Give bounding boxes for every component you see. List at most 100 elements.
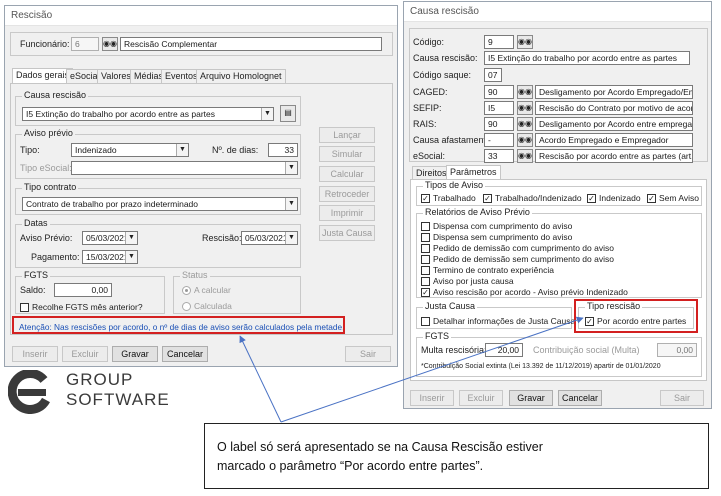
codigo-field[interactable]: 9 [484, 35, 514, 49]
checkmark-icon: ✓ [483, 193, 492, 203]
status-calculada-radio[interactable]: Calculada [182, 301, 232, 311]
sem-aviso-checkbox[interactable]: ✓ Sem Aviso [647, 193, 699, 203]
chevron-down-icon: ▼ [285, 198, 297, 210]
sefip-code-field[interactable]: I5 [484, 101, 514, 115]
sem-aviso-label: Sem Aviso [659, 193, 700, 203]
multa-field[interactable]: 20,00 [485, 343, 523, 357]
aviso-previo-group: Aviso prévio Tipo: Indenizado ▼ Nº. de d… [15, 128, 301, 179]
funcionario-desc-field: Rescisão Complementar [120, 37, 382, 51]
trabalhado-indenizado-checkbox[interactable]: ✓ Trabalhado/Indenizado [483, 193, 582, 203]
aviso-previo-legend: Aviso prévio [22, 128, 75, 138]
tab-dados-gerais[interactable]: Dados gerais [12, 68, 74, 83]
tab-arquivo-homolognet[interactable]: Arquivo Homolognet [196, 69, 286, 83]
radio-dot-icon [182, 285, 191, 295]
contrib-field[interactable]: 0,00 [657, 343, 697, 357]
indenizado-checkbox[interactable]: ✓ Indenizado [587, 193, 641, 203]
checkmark-icon: ✓ [421, 193, 430, 203]
sair-button[interactable]: Sair [345, 346, 391, 362]
inserir-button[interactable]: Inserir [410, 390, 454, 406]
afastamento-code-field[interactable]: - [484, 133, 514, 147]
inserir-button[interactable]: Inserir [12, 346, 58, 362]
relatorio-checkbox[interactable]: Pedido de demissão com cumprimento do av… [421, 243, 614, 253]
fgts-group: FGTS Multa rescisória: 20,00 Contribuiçã… [416, 331, 702, 377]
window-title: Rescisão [5, 6, 397, 26]
tipo-contrato-legend: Tipo contrato [22, 182, 79, 192]
aviso-previo-date-picker[interactable]: 05/03/2021 ▼ [82, 231, 138, 245]
chevron-down-icon: ▼ [285, 162, 297, 174]
relatorio-checkbox[interactable]: ✓ Aviso rescisão por acordo - Aviso prévi… [421, 287, 628, 297]
tab-parametros[interactable]: Parâmetros [446, 165, 501, 180]
funcionario-label: Funcionário: [20, 39, 70, 49]
tipo-esocial-select[interactable]: ▼ [71, 161, 298, 175]
search-binoculars-icon[interactable]: ◉◉ [517, 149, 533, 163]
caged-code-field[interactable]: 90 [484, 85, 514, 99]
pagamento-date-picker[interactable]: 15/03/2021 ▼ [82, 250, 138, 264]
search-binoculars-icon[interactable]: ◉◉ [517, 35, 533, 49]
relatorio-label: Dispensa com cumprimento do aviso [433, 221, 573, 231]
ndias-field[interactable]: 33 [268, 143, 298, 157]
search-binoculars-icon[interactable]: ◉◉ [517, 117, 533, 131]
search-binoculars-icon[interactable]: ◉◉ [517, 101, 533, 115]
trabalhado-checkbox[interactable]: ✓ Trabalhado [421, 193, 476, 203]
justa-causa-button[interactable]: Justa Causa [319, 225, 375, 241]
codigo-saque-field[interactable]: 07 [484, 68, 502, 82]
cancelar-button[interactable]: Cancelar [558, 390, 602, 406]
simular-button[interactable]: Simular [319, 146, 375, 162]
gravar-button[interactable]: Gravar [112, 346, 158, 362]
afastamento-desc-field: Acordo Empregado e Empregador [535, 133, 693, 147]
lancar-button[interactable]: Lançar [319, 127, 375, 143]
imprimir-button[interactable]: Imprimir [319, 205, 375, 221]
excluir-button[interactable]: Excluir [459, 390, 503, 406]
search-binoculars-icon[interactable]: ◉◉ [517, 85, 533, 99]
status-a-calcular-label: A calcular [194, 285, 231, 295]
callout-line1: O label só será apresentado se na Causa … [217, 440, 543, 454]
afastamento-label: Causa afastamento: [413, 135, 494, 145]
causa-rescisao-select[interactable]: I5 Extinção do trabalho por acordo entre… [22, 107, 274, 121]
contrib-footnote: *Contribuição Social extinta (Lei 13.392… [421, 363, 661, 370]
relatorio-checkbox[interactable]: Pedido de demissão sem cumprimento do av… [421, 254, 614, 264]
tipo-contrato-select[interactable]: Contrato de trabalho por prazo indetermi… [22, 197, 298, 211]
relatorio-label: Termino de contrato experiência [433, 265, 554, 275]
relatorio-checkbox[interactable]: Termino de contrato experiência [421, 265, 554, 275]
radio-icon [182, 301, 191, 311]
calcular-button[interactable]: Calcular [319, 166, 375, 182]
ndias-label: Nº. de dias: [212, 145, 259, 155]
relatorio-checkbox[interactable]: Dispensa com cumprimento do aviso [421, 221, 572, 231]
cancelar-button[interactable]: Cancelar [162, 346, 208, 362]
causa-rescisao-group: Causa rescisão I5 Extinção do trabalho p… [15, 90, 301, 126]
indenizado-label: Indenizado [599, 193, 641, 203]
rais-code-field[interactable]: 90 [484, 117, 514, 131]
search-binoculars-icon[interactable]: ◉◉ [517, 133, 533, 147]
status-a-calcular-radio[interactable]: A calcular [182, 285, 231, 295]
funcionario-id-field[interactable]: 6 [71, 37, 99, 51]
relatorio-checkbox[interactable]: Dispensa sem cumprimento do aviso [421, 232, 572, 242]
causa-field[interactable]: I5 Extinção do trabalho por acordo entre… [484, 51, 690, 65]
e-logo-mark-icon [8, 370, 50, 414]
caged-desc-field: Desligamento por Acordo Empregado/Empreg… [535, 85, 693, 99]
callout-line2: marcado o parâmetro “Por acordo entre pa… [217, 459, 484, 473]
esocial-code-field[interactable]: 33 [484, 149, 514, 163]
trabalhado-label: Trabalhado [433, 193, 476, 203]
tipo-select[interactable]: Indenizado ▼ [71, 143, 189, 157]
tab-direitos[interactable]: Direitos [412, 166, 451, 180]
relatorio-label: Aviso por justa causa [433, 276, 514, 286]
codigo-saque-label: Código saque: [413, 70, 472, 80]
window-title: Causa rescisão [404, 2, 711, 22]
gravar-button[interactable]: Gravar [509, 390, 553, 406]
rais-desc-field: Desligamento por Acordo entre empregado … [535, 117, 693, 131]
search-binoculars-icon[interactable]: ◉◉ [102, 37, 118, 51]
detalhar-justa-causa-checkbox[interactable]: Detalhar informações de Justa Causa ? [421, 316, 582, 326]
sair-button[interactable]: Sair [660, 390, 704, 406]
recolhe-fgts-checkbox[interactable]: Recolhe FGTS mês anterior? [20, 302, 143, 312]
document-icon[interactable]: ▤ [280, 105, 296, 122]
rescisao-window: Rescisão Funcionário: 6 ◉◉ Rescisão Comp… [4, 5, 398, 367]
datas-group: Datas Aviso Prévio: 05/03/2021 ▼ Rescisã… [15, 218, 301, 268]
retroceder-button[interactable]: Retroceder [319, 186, 375, 202]
checkbox-box [421, 265, 430, 275]
checkbox-box [421, 232, 430, 242]
relatorio-checkbox[interactable]: Aviso por justa causa [421, 276, 514, 286]
warning-highlight-box [12, 316, 345, 334]
rescisao-date-picker[interactable]: 05/03/2021 ▼ [241, 231, 298, 245]
excluir-button[interactable]: Excluir [62, 346, 108, 362]
saldo-field[interactable]: 0,00 [54, 283, 112, 297]
